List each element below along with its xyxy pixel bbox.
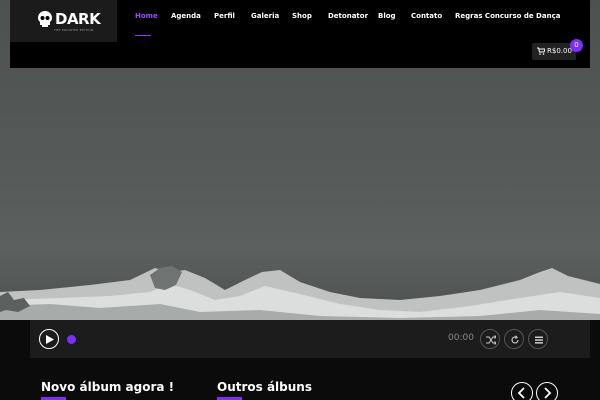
nav-item-detonator[interactable]: Detonator — [328, 12, 368, 20]
nav-active-indicator — [135, 35, 151, 36]
logo[interactable]: DARK THE POLISHED EDITION — [10, 0, 117, 42]
play-icon — [46, 335, 54, 344]
carousel-next-button[interactable] — [536, 382, 558, 400]
audio-player: 00:00 — [30, 320, 590, 358]
shuffle-icon — [486, 335, 496, 345]
repeat-icon — [511, 335, 519, 344]
skull-logo-icon — [38, 11, 52, 27]
other-albums-title: Outros álbuns — [217, 380, 312, 394]
progress-handle[interactable] — [67, 335, 76, 344]
nav-item-shop[interactable]: Shop — [292, 12, 312, 20]
play-button[interactable] — [39, 329, 59, 349]
nav-item-galeria[interactable]: Galeria — [251, 12, 279, 20]
nav-item-home[interactable]: Home — [135, 12, 158, 20]
logo-tagline: THE POLISHED EDITION — [54, 28, 94, 32]
shuffle-button[interactable] — [480, 329, 500, 349]
nav-item-agenda[interactable]: Agenda — [171, 12, 201, 20]
cart-count-badge: 0 — [570, 39, 583, 52]
cart-icon — [537, 47, 545, 55]
carousel-prev-button[interactable] — [511, 382, 533, 400]
track-time: 00:00 — [448, 333, 474, 343]
chevron-left-icon — [517, 387, 525, 399]
chevron-right-icon — [544, 387, 552, 399]
new-album-title: Novo álbum agora ! — [41, 380, 175, 394]
cart-total: R$0.00 — [547, 47, 572, 55]
logo-text: DARK — [55, 10, 101, 28]
site-header: DARK THE POLISHED EDITION Home Agenda Pe… — [10, 0, 590, 68]
nav-item-contato[interactable]: Contato — [411, 12, 442, 20]
nav-item-regras-concurso[interactable]: Regras Concurso de Dança — [455, 12, 560, 20]
nav-item-blog[interactable]: Blog — [378, 12, 396, 20]
repeat-button[interactable] — [504, 329, 524, 349]
playlist-button[interactable] — [528, 329, 548, 349]
nav-item-perfil[interactable]: Perfil — [214, 12, 235, 20]
playlist-icon — [535, 336, 543, 344]
page: DARK THE POLISHED EDITION Home Agenda Pe… — [0, 0, 600, 400]
albums-section: Novo álbum agora ! Outros álbuns — [0, 358, 600, 400]
